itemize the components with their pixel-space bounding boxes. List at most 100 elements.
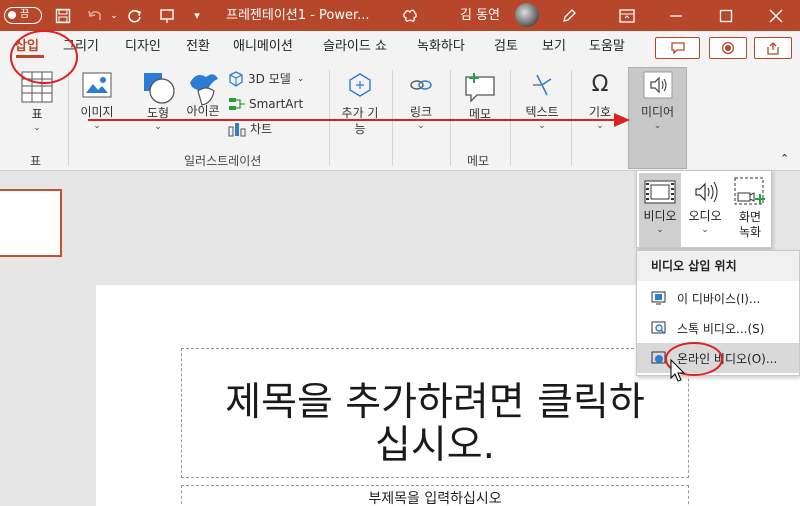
video-button[interactable]: 비디오 ⌄: [639, 173, 681, 247]
device-video-icon: [651, 291, 666, 305]
symbols-label: 기호: [588, 105, 612, 119]
icons-icon: [190, 74, 218, 106]
close-icon[interactable]: [764, 0, 788, 31]
screen-recording-button[interactable]: 화면 녹화: [729, 173, 771, 240]
search-icon[interactable]: [398, 0, 422, 31]
share-button[interactable]: [754, 37, 792, 59]
new-comment-icon: [465, 73, 495, 103]
text-label: 텍스트: [525, 105, 559, 119]
comments-button[interactable]: [655, 37, 700, 59]
link-button[interactable]: 링크 ⌄: [398, 71, 444, 132]
autosave-label: 끔: [20, 9, 30, 20]
addins-label: 추가 기능: [341, 106, 379, 136]
media-dropdown: 비디오 ⌄ 오디오 ⌄ 화면 녹화: [636, 170, 772, 248]
tab-design[interactable]: 디자인: [125, 37, 161, 57]
comment-icon: [670, 42, 685, 54]
chevron-down-icon: ⌄: [653, 121, 662, 131]
ribbon-display-options-icon[interactable]: [616, 0, 638, 31]
chevron-down-icon: ⌄: [701, 225, 709, 235]
title-line-1: 제목을 추가하려면 클릭하: [225, 380, 645, 425]
group-label-illustrations: 일러스트레이션: [184, 154, 262, 168]
undo-icon[interactable]: [84, 0, 106, 31]
title-line-2: 십시오.: [374, 423, 496, 468]
new-comment-button[interactable]: 메모: [458, 71, 502, 122]
menu-item-label: 이 디바이스(I)...: [677, 291, 761, 306]
chart-icon: [228, 123, 246, 137]
link-icon: [410, 80, 432, 90]
icons-label: 아이콘: [186, 104, 220, 118]
active-tab-indicator: [16, 55, 44, 58]
ribbon-separator: [510, 70, 511, 166]
ribbon-separator: [68, 70, 69, 166]
table-button[interactable]: 표 ⌄: [18, 71, 56, 134]
tab-view[interactable]: 보기: [542, 37, 566, 57]
images-button[interactable]: 이미지 ⌄: [72, 71, 122, 132]
chevron-down-icon: ⌄: [596, 121, 604, 131]
present-from-start-icon[interactable]: [156, 0, 178, 31]
images-label: 이미지: [80, 105, 114, 119]
save-icon[interactable]: [52, 0, 74, 31]
cube-icon: [229, 71, 243, 87]
shapes-button[interactable]: 도형 ⌄: [136, 71, 180, 133]
tab-record[interactable]: 녹화하다: [417, 37, 465, 57]
chart-label: 차트: [250, 121, 273, 136]
audio-button[interactable]: 오디오 ⌄: [683, 173, 727, 236]
screen-recording-label-1: 화면: [738, 210, 762, 224]
undo-dropdown-icon[interactable]: ⌄: [108, 0, 120, 31]
video-menu-header: 비디오 삽입 위치: [637, 251, 799, 281]
group-label-comments: 메모: [467, 154, 490, 168]
screen-recording-icon: [734, 177, 765, 205]
pen-icon[interactable]: [558, 0, 580, 31]
tab-insert[interactable]: 삽입: [15, 37, 39, 57]
menu-item-label: 온라인 비디오(O)...: [677, 351, 778, 366]
redo-icon[interactable]: [124, 0, 146, 31]
text-button[interactable]: 텍스트 ⌄: [516, 71, 568, 132]
table-label: 표: [31, 107, 43, 121]
ribbon-separator: [450, 70, 451, 166]
video-insert-menu: 비디오 삽입 위치 이 디바이스(I)... 스톡 비디오...(S) 온라인 …: [636, 250, 800, 376]
symbols-button[interactable]: Ω 기호 ⌄: [577, 71, 623, 132]
tab-help[interactable]: 도움말: [589, 37, 625, 57]
chevron-down-icon: ⌄: [154, 122, 162, 132]
menu-item-online-video[interactable]: 온라인 비디오(O)...: [637, 343, 799, 373]
maximize-icon[interactable]: [714, 0, 738, 31]
autosave-knob: [8, 11, 16, 19]
share-icon: [767, 42, 779, 55]
chart-button[interactable]: 차트: [228, 120, 272, 138]
stock-video-icon: [651, 321, 666, 334]
smartart-button[interactable]: SmartArt: [228, 95, 303, 113]
record-button[interactable]: [709, 37, 747, 59]
menu-item-stock-video[interactable]: 스톡 비디오...(S): [637, 313, 799, 343]
subtitle-placeholder[interactable]: 부제목을 입력하십시오: [181, 485, 689, 506]
chevron-down-icon: ⌄: [538, 121, 546, 131]
media-button[interactable]: 미디어 ⌄: [629, 71, 686, 132]
speaker-icon: [643, 71, 672, 99]
customize-qat-icon[interactable]: ▾: [190, 0, 204, 31]
film-icon: [644, 180, 676, 204]
title-placeholder[interactable]: 제목을 추가하려면 클릭하 십시오.: [181, 348, 689, 478]
group-label-table: 표: [30, 154, 42, 168]
ribbon-separator: [571, 70, 572, 166]
smartart-label: SmartArt: [249, 96, 304, 111]
slide-thumbnail[interactable]: [0, 189, 62, 257]
minimize-icon[interactable]: [664, 0, 688, 31]
chevron-down-icon: ⌄: [33, 123, 41, 133]
menu-item-this-device[interactable]: 이 디바이스(I)...: [637, 283, 799, 313]
autosave-toggle[interactable]: 끔: [4, 7, 42, 24]
shapes-label: 도형: [146, 106, 170, 120]
image-icon: [82, 72, 112, 98]
tab-slide-show[interactable]: 슬라이드 쇼: [323, 37, 387, 57]
tab-draw[interactable]: 그리기: [63, 37, 99, 57]
icons-button[interactable]: 아이콘: [184, 71, 222, 119]
screen-recording-label-2: 녹화: [738, 225, 762, 239]
3d-models-button[interactable]: 3D 모델 ⌄: [228, 70, 304, 88]
tab-review[interactable]: 검토: [494, 37, 518, 57]
user-name[interactable]: 김 동연: [460, 0, 500, 31]
tab-animations[interactable]: 애니메이션: [233, 37, 293, 57]
link-label: 링크: [409, 105, 433, 119]
user-avatar[interactable]: [515, 3, 539, 27]
addins-button[interactable]: 추가 기능: [334, 71, 386, 137]
text-icon: [533, 74, 552, 96]
collapse-ribbon-icon[interactable]: ⌃: [780, 152, 789, 165]
tab-transitions[interactable]: 전환: [186, 37, 210, 57]
